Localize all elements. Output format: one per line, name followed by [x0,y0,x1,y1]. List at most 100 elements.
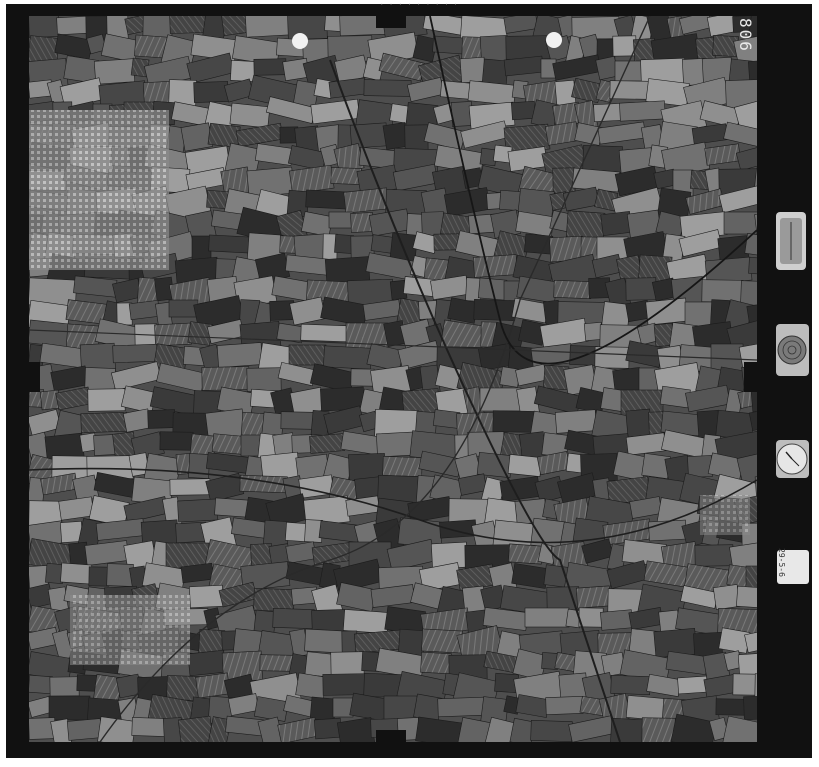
field-parcel [433,233,460,251]
field-parcel [324,256,371,284]
field-parcel [353,629,403,654]
field-parcel [305,189,348,210]
field-parcel [285,521,308,543]
field-parcel [677,675,708,695]
field-parcel [287,16,328,40]
field-parcel [594,346,630,369]
field-parcel [112,343,158,364]
field-parcel [154,322,192,347]
field-parcel [439,519,477,539]
field-parcel [246,367,282,392]
field-parcel [363,673,402,698]
field-parcel [524,607,570,628]
field-parcel [195,672,231,699]
field-parcel [180,122,214,152]
field-parcel [211,433,244,455]
field-parcel [272,607,315,630]
field-parcel [625,277,657,301]
field-parcel [230,60,257,82]
field-parcel [625,408,653,438]
field-parcel [193,390,222,415]
field-parcel [701,279,744,303]
field-parcel [191,235,212,261]
field-parcel [712,584,741,610]
field-parcel [168,299,199,318]
field-parcel [322,673,367,696]
field-parcel [508,543,543,565]
field-parcel [313,717,342,740]
field-parcel [216,342,263,368]
field-parcel [558,672,589,700]
field-parcel [614,60,644,82]
field-parcel [66,718,103,741]
header-strip: · · · · · · · · · [380,1,459,8]
field-parcel [437,696,485,718]
field-parcel [240,434,262,457]
field-parcel [253,58,287,76]
field-parcel [159,431,194,451]
field-parcel [245,16,291,38]
field-parcel [645,297,689,326]
field-parcel [553,280,592,299]
field-parcel [93,58,136,85]
field-parcel [641,717,676,742]
field-parcel [106,563,134,587]
field-parcel [421,628,463,654]
field-parcel [472,254,518,278]
field-parcel [29,717,56,740]
field-parcel [732,673,757,696]
field-parcel [214,497,249,518]
fiducial-right [744,362,760,392]
field-parcel [29,319,71,348]
field-parcel [80,411,128,434]
field-parcel [304,628,345,654]
field-parcel [342,609,389,634]
field-parcel [29,674,53,695]
field-parcel [479,387,522,412]
field-parcel [288,344,327,366]
field-parcel [382,456,423,477]
field-parcel [87,388,126,412]
field-parcel [740,280,757,306]
field-parcel [418,300,438,320]
field-parcel [715,698,747,716]
field-parcel [97,716,137,742]
field-parcel [201,366,250,391]
field-parcel [370,234,395,254]
field-parcel [383,695,418,722]
field-parcel [510,100,536,121]
field-parcel [473,298,516,322]
field-parcel [492,410,535,433]
field-parcel [304,651,335,678]
field-parcel [397,628,426,657]
field-parcel [229,102,271,129]
field-parcel [295,672,328,700]
field-parcel [552,167,576,194]
field-parcel [300,323,349,343]
field-parcel [259,654,294,672]
field-parcel [363,79,412,97]
photo-field-area [29,16,757,742]
field-parcel [60,562,93,585]
field-parcel [180,562,215,584]
field-parcel [723,211,757,235]
frame-number: 806 [736,18,755,53]
field-parcel [459,56,486,84]
compass-icon [776,212,806,270]
fiducial-dot-right [546,32,562,48]
field-parcel [56,16,89,36]
field-parcel [343,187,390,214]
field-parcel [189,584,224,609]
field-parcel [208,234,251,254]
field-parcel [545,696,584,715]
field-parcel [578,607,604,628]
field-parcel [530,719,573,742]
field-parcel [565,210,606,240]
clock-icon [776,440,809,478]
village-area [70,595,190,665]
town-area [29,110,169,270]
field-parcel [648,519,687,542]
field-parcel [48,695,91,721]
aerial-photograph [0,0,819,767]
field-parcel [49,676,80,697]
